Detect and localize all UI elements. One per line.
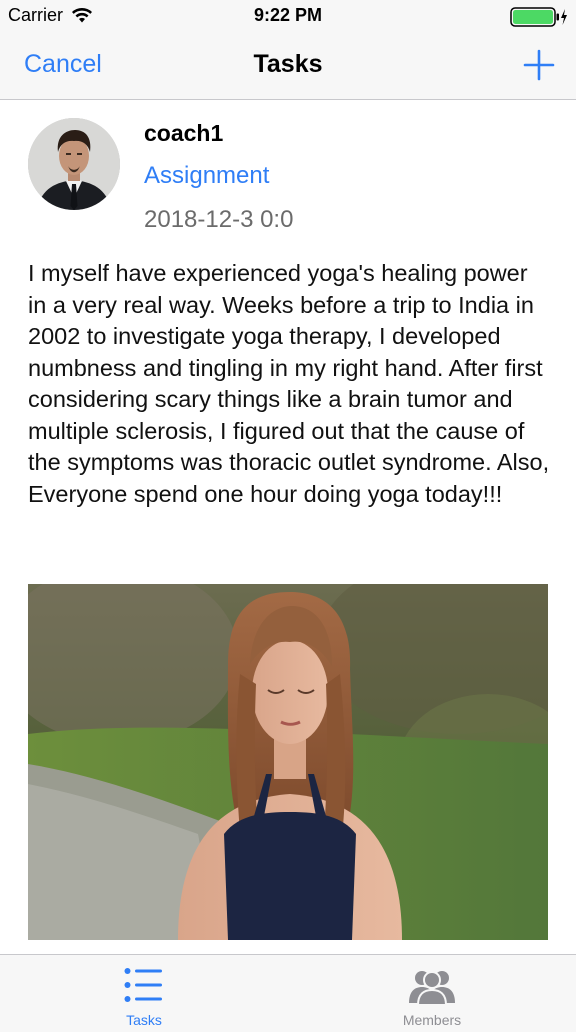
- plus-icon[interactable]: [522, 48, 556, 82]
- category-link[interactable]: Assignment: [144, 162, 269, 190]
- post-image[interactable]: [28, 584, 548, 940]
- tab-tasks[interactable]: Tasks: [0, 955, 288, 1032]
- yoga-photo: [28, 584, 548, 940]
- tab-members-label: Members: [402, 1012, 462, 1028]
- tab-members[interactable]: Members: [288, 955, 576, 1032]
- people-icon: [409, 971, 455, 1005]
- page-title: Tasks: [253, 50, 323, 78]
- list-icon: [124, 968, 162, 1002]
- status-time: 9:22 PM: [253, 5, 323, 25]
- tab-tasks-label: Tasks: [126, 1012, 162, 1028]
- avatar[interactable]: [28, 118, 120, 210]
- post-body-text: I myself have experienced yoga's healing…: [28, 260, 550, 507]
- post-date: 2018-12-3 0:0: [144, 206, 294, 233]
- tab-bar: Tasks Members: [0, 954, 576, 1032]
- battery-group: [510, 7, 568, 27]
- status-bar: Carrier 9:22 PM: [0, 0, 576, 32]
- battery-charging-icon: [510, 7, 567, 27]
- navigation-bar: Cancel Tasks: [0, 32, 576, 100]
- task-detail-screen: Carrier 9:22 PM Cancel Tasks coach1 Assi…: [0, 0, 576, 1032]
- author-name: coach1: [144, 120, 224, 146]
- avatar-photo: [28, 118, 120, 210]
- post-header: coach1 Assignment 2018-12-3 0:0: [0, 100, 576, 250]
